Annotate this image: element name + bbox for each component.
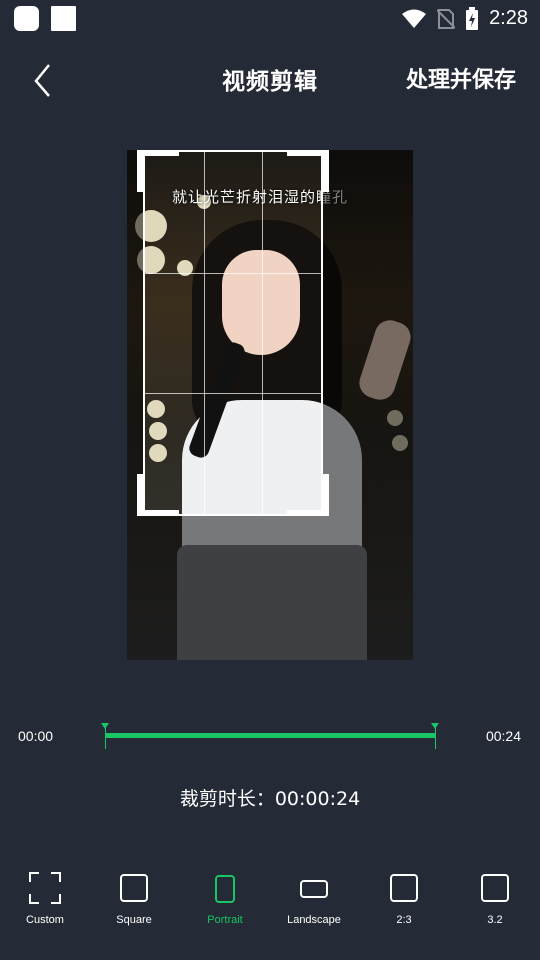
crop-grid-line <box>262 152 264 514</box>
square-icon <box>120 874 148 902</box>
trim-range-track[interactable] <box>105 733 435 738</box>
crop-handle-top-right[interactable] <box>287 150 329 192</box>
crop-dim-bottom <box>127 516 413 660</box>
crop-dim-right <box>323 150 413 516</box>
crop-handle-bottom-right[interactable] <box>287 474 329 516</box>
ratio-label: Square <box>116 914 152 926</box>
ratio-option-portrait[interactable]: Portrait <box>180 860 270 940</box>
crop-handle-bottom-left[interactable] <box>137 474 179 516</box>
status-time: 2:28 <box>489 7 528 29</box>
process-save-button[interactable]: 处理并保存 <box>406 62 516 94</box>
ratio-option-landscape[interactable]: Landscape <box>269 860 359 940</box>
ratio-option-custom[interactable]: Custom <box>0 860 90 940</box>
status-bar: 2:28 <box>0 0 540 36</box>
trim-timeline: 00:00 00:24 <box>0 720 540 754</box>
ratio-3-2-icon <box>481 874 509 902</box>
notification-app-icon <box>51 6 76 31</box>
header: 视频剪辑 处理并保存 <box>0 50 540 108</box>
ratio-option-3-2[interactable]: 3.2 <box>450 860 540 940</box>
crop-box[interactable] <box>137 150 329 516</box>
no-sim-icon <box>437 8 456 29</box>
crop-duration-label: 裁剪时长：00:00:24 <box>179 788 361 810</box>
end-time: 00:24 <box>485 728 521 744</box>
notification-app-icon <box>14 6 39 31</box>
status-icons: 2:28 <box>401 6 528 31</box>
ratio-label: Landscape <box>287 914 341 926</box>
start-time: 00:00 <box>18 728 54 744</box>
crop-grid-line <box>145 272 321 274</box>
crop-grid-line <box>145 393 321 395</box>
ratio-option-square[interactable]: Square <box>89 860 179 940</box>
portrait-icon <box>215 875 235 903</box>
aspect-ratio-bar: Custom Square Portrait Landscape 2:3 3.2 <box>0 860 540 940</box>
crop-grid-line <box>203 152 205 514</box>
battery-charging-icon <box>466 6 479 30</box>
ratio-option-2-3[interactable]: 2:3 <box>359 860 449 940</box>
ratio-label: Custom <box>26 914 64 926</box>
trim-end-handle[interactable] <box>431 723 439 749</box>
ratio-label: Portrait <box>207 914 243 926</box>
crop-handle-top-left[interactable] <box>137 150 179 192</box>
trim-start-handle[interactable] <box>101 723 109 749</box>
custom-crop-icon <box>29 872 61 904</box>
ratio-label: 2:3 <box>396 914 412 926</box>
landscape-icon <box>300 880 328 898</box>
ratio-2-3-icon <box>390 874 418 902</box>
crop-dim-left <box>127 150 143 516</box>
ratio-label: 3.2 <box>487 914 503 926</box>
wifi-icon <box>402 9 427 28</box>
